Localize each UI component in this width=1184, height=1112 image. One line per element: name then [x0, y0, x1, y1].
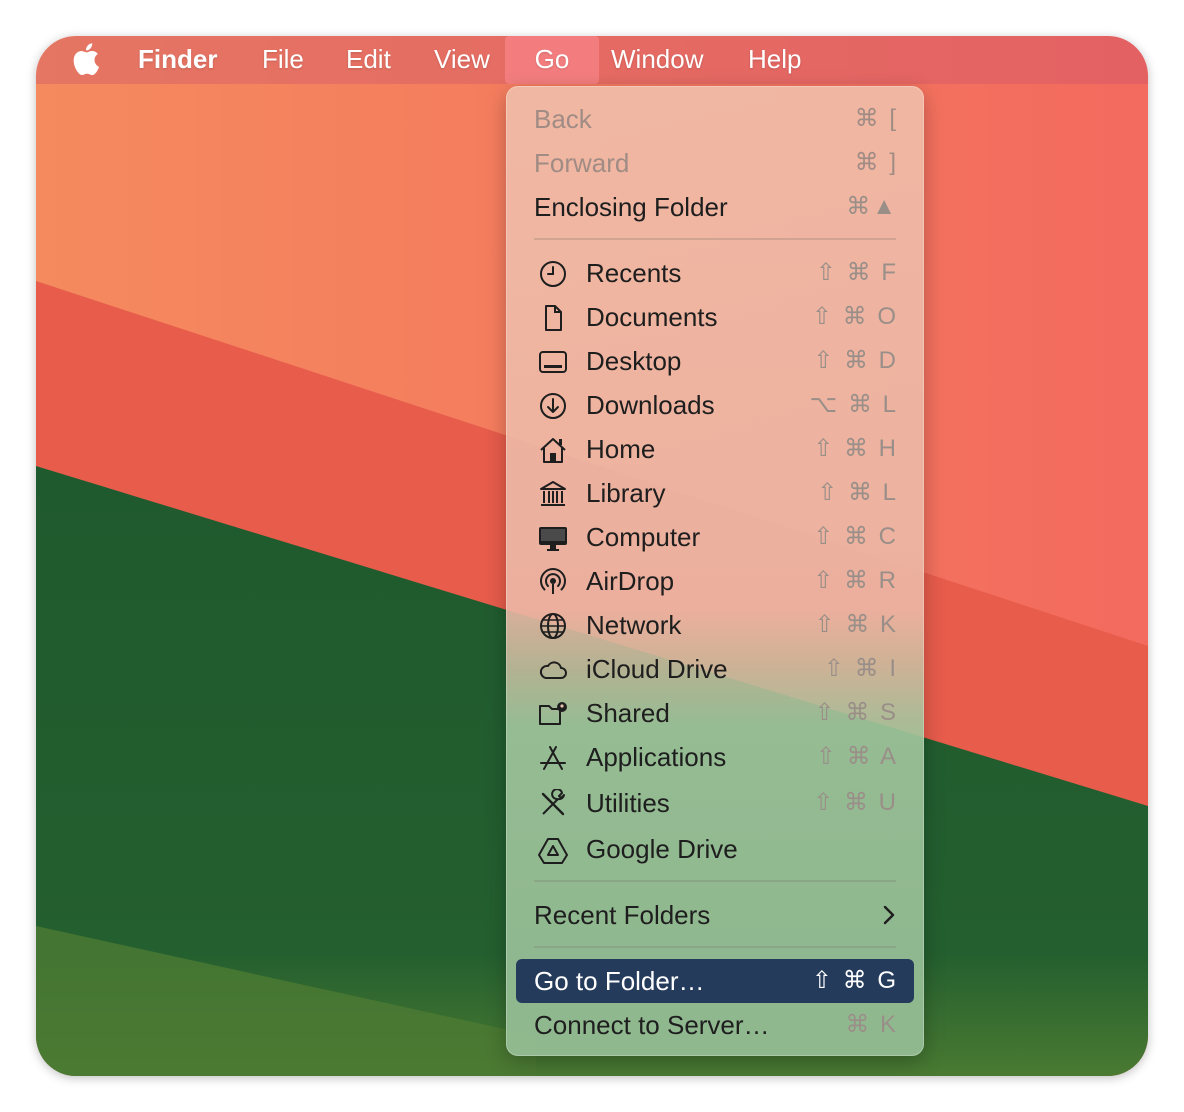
menu-item-desktop[interactable]: Desktop ⇧ ⌘ D [516, 339, 914, 383]
download-circle-icon [538, 391, 568, 421]
shortcut-label: ⇧ ⌘ H [813, 435, 898, 462]
menu-separator [534, 238, 896, 240]
shortcut-label: ⇧ ⌘ D [813, 347, 898, 374]
menu-item-google-drive[interactable]: Google Drive [516, 827, 914, 871]
menu-item-label: Connect to Server… [534, 1010, 770, 1040]
menu-item-network[interactable]: Network ⇧ ⌘ K [516, 603, 914, 647]
cloud-icon [538, 655, 568, 685]
menu-item-label: Utilities [586, 788, 670, 818]
menu-item-label: Forward [534, 148, 630, 178]
shortcut-label: ⇧ ⌘ A [815, 743, 898, 770]
menu-edit[interactable]: Edit [332, 36, 405, 84]
menu-item-airdrop[interactable]: AirDrop ⇧ ⌘ R [516, 559, 914, 603]
computer-display-icon [538, 523, 568, 553]
menu-item-connect-to-server[interactable]: Connect to Server… ⌘ K [516, 1003, 914, 1047]
menu-item-icloud-drive[interactable]: iCloud Drive ⇧ ⌘ I [516, 647, 914, 691]
menu-item-label: Network [586, 610, 682, 640]
shortcut-label: ⇧ ⌘ L [817, 479, 898, 506]
shortcut-label: ⌘▲ [846, 193, 898, 220]
menu-item-label: Enclosing Folder [534, 192, 728, 222]
menu-item-label: Recent Folders [534, 900, 711, 930]
menu-item-library[interactable]: Library ⇧ ⌘ L [516, 471, 914, 515]
house-icon [538, 435, 568, 465]
menu-item-label: iCloud Drive [586, 654, 728, 684]
menu-item-label: Downloads [586, 390, 715, 420]
menu-bar: Finder File Edit View Go Window Help [36, 36, 1148, 84]
menu-view[interactable]: View [420, 36, 504, 84]
shortcut-label: ⌘ ] [854, 149, 898, 176]
menu-separator [534, 880, 896, 882]
airdrop-icon [538, 567, 568, 597]
menu-item-utilities[interactable]: Utilities ⇧ ⌘ U [516, 781, 914, 825]
menu-item-label: Documents [586, 302, 718, 332]
shortcut-label: ⇧ ⌘ O [811, 303, 898, 330]
menu-item-label: Go to Folder… [534, 966, 705, 996]
shortcut-label: ⇧ ⌘ I [823, 655, 898, 682]
menu-item-label: Google Drive [586, 834, 738, 864]
menu-item-documents[interactable]: Documents ⇧ ⌘ O [516, 295, 914, 339]
clock-icon [538, 259, 568, 289]
library-building-icon [538, 479, 568, 509]
menu-separator [534, 946, 896, 948]
shortcut-label: ⇧ ⌘ S [814, 699, 898, 726]
tools-icon [538, 788, 568, 819]
shortcut-label: ⇧ ⌘ G [811, 967, 898, 994]
menu-item-label: AirDrop [586, 566, 675, 596]
menu-item-recent-folders[interactable]: Recent Folders [516, 893, 914, 937]
document-icon [538, 303, 568, 333]
globe-icon [538, 611, 568, 641]
shared-folder-icon [538, 699, 568, 729]
menu-item-back: Back ⌘ [ [516, 97, 914, 141]
apple-logo-icon[interactable] [70, 42, 100, 76]
desktop-screen: Finder File Edit View Go Window Help Bac… [36, 36, 1148, 1076]
menu-item-shared[interactable]: Shared ⇧ ⌘ S [516, 691, 914, 735]
shortcut-label: ⌘ [ [854, 105, 898, 132]
menu-go[interactable]: Go [505, 36, 599, 84]
menu-finder[interactable]: Finder [124, 36, 231, 84]
menu-item-label: Desktop [586, 346, 682, 376]
menu-help[interactable]: Help [734, 36, 815, 84]
shortcut-label: ⇧ ⌘ F [815, 259, 898, 286]
chevron-right-icon [883, 905, 895, 925]
shortcut-label: ⇧ ⌘ R [813, 567, 898, 594]
menu-item-label: Recents [586, 258, 682, 288]
menu-item-label: Home [586, 434, 656, 464]
shortcut-label: ⌥ ⌘ L [809, 391, 898, 418]
menu-item-enclosing-folder[interactable]: Enclosing Folder ⌘▲ [516, 185, 914, 229]
shortcut-label: ⌘ K [845, 1011, 898, 1038]
menu-item-label: Applications [586, 742, 727, 772]
menu-item-recents[interactable]: Recents ⇧ ⌘ F [516, 251, 914, 295]
menu-file[interactable]: File [248, 36, 318, 84]
menu-item-computer[interactable]: Computer ⇧ ⌘ C [516, 515, 914, 559]
menu-item-forward: Forward ⌘ ] [516, 141, 914, 185]
shortcut-label: ⇧ ⌘ C [813, 523, 898, 550]
desktop-icon [538, 347, 568, 377]
menu-item-applications[interactable]: Applications ⇧ ⌘ A [516, 735, 914, 779]
google-drive-icon [538, 835, 568, 865]
menu-item-downloads[interactable]: Downloads ⌥ ⌘ L [516, 383, 914, 427]
menu-item-go-to-folder[interactable]: Go to Folder… ⇧ ⌘ G [516, 959, 914, 1003]
shortcut-label: ⇧ ⌘ K [814, 611, 898, 638]
menu-item-label: Back [534, 104, 592, 134]
menu-window[interactable]: Window [597, 36, 717, 84]
menu-item-label: Library [586, 478, 666, 508]
go-menu-dropdown: Back ⌘ [ Forward ⌘ ] Enclosing Folder ⌘▲… [506, 86, 924, 1056]
menu-item-label: Computer [586, 522, 701, 552]
menu-item-label: Shared [586, 698, 670, 728]
menu-item-home[interactable]: Home ⇧ ⌘ H [516, 427, 914, 471]
shortcut-label: ⇧ ⌘ U [813, 789, 898, 816]
app-store-icon [538, 743, 568, 773]
